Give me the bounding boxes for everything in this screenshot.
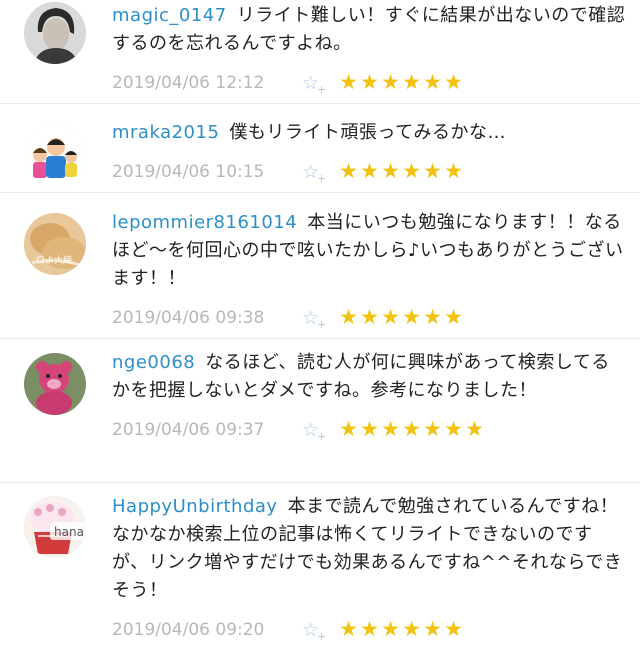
- star-icon: ★: [360, 305, 379, 329]
- timestamp: 2019/04/06 09:20: [112, 620, 265, 640]
- star-icon: ★: [360, 159, 379, 183]
- star-icon: ★: [339, 417, 358, 441]
- star-icon: ★: [339, 159, 358, 183]
- star-icon: ★: [381, 70, 400, 94]
- comment-list: magic_0147 リライト難しい！すぐに結果が出ないので確認するのを忘れるんで…: [0, 0, 640, 643]
- star-icon: ★: [423, 70, 442, 94]
- comment-text: nge0068 なるほど、読む人が何に興味があって検索してるかを把握しないとダメで…: [112, 352, 610, 401]
- avatar[interactable]: ロよ大締: [24, 213, 86, 275]
- star-icon: ★: [381, 159, 400, 183]
- svg-text:hana: hana: [54, 525, 84, 539]
- avatar[interactable]: [24, 353, 86, 415]
- star-icon: ★: [402, 70, 421, 94]
- username-link[interactable]: nge0068: [112, 352, 195, 373]
- timestamp: 2019/04/06 12:12: [112, 73, 265, 93]
- star-icon: ★: [444, 305, 463, 329]
- star-rating: ★ ★ ★ ★ ★ ★: [338, 304, 464, 330]
- avatar[interactable]: hana: [24, 496, 86, 558]
- star-icon: ★: [381, 417, 400, 441]
- username-link[interactable]: HappyUnbirthday: [112, 496, 278, 517]
- comment-meta: 2019/04/06 10:15 ☆+ ★ ★ ★ ★ ★ ★: [112, 159, 628, 185]
- add-star-icon[interactable]: ☆+: [302, 159, 326, 192]
- timestamp: 2019/04/06 09:38: [112, 308, 265, 328]
- star-rating: ★ ★ ★ ★ ★ ★: [338, 69, 464, 95]
- star-icon: ★: [423, 159, 442, 183]
- star-icon: ★: [381, 305, 400, 329]
- add-star-icon[interactable]: ☆+: [302, 305, 326, 338]
- comment-text: mraka2015 僕もリライト頑張ってみるかな…: [112, 122, 507, 143]
- username-link[interactable]: lepommier8161014: [112, 212, 297, 233]
- star-icon: ★: [339, 305, 358, 329]
- username-link[interactable]: mraka2015: [112, 122, 219, 143]
- star-icon: ★: [423, 305, 442, 329]
- star-icon: ★: [381, 617, 400, 641]
- star-icon: ★: [444, 617, 463, 641]
- add-star-icon[interactable]: ☆+: [302, 417, 326, 450]
- comment-meta: 2019/04/06 09:20 ☆+ ★ ★ ★ ★ ★ ★: [112, 617, 628, 643]
- star-icon: ★: [423, 417, 442, 441]
- avatar[interactable]: [24, 125, 86, 187]
- add-star-icon[interactable]: ☆+: [302, 70, 326, 103]
- star-icon: ★: [360, 617, 379, 641]
- star-icon: ★: [444, 417, 463, 441]
- divider: [0, 103, 640, 104]
- svg-text:ロよ大締: ロよ大締: [36, 254, 72, 266]
- timestamp: 2019/04/06 10:15: [112, 162, 265, 182]
- star-icon: ★: [402, 417, 421, 441]
- star-icon: ★: [465, 417, 484, 441]
- star-icon: ★: [402, 159, 421, 183]
- star-icon: ★: [402, 305, 421, 329]
- divider: [0, 482, 640, 483]
- star-icon: ★: [360, 417, 379, 441]
- star-icon: ★: [444, 159, 463, 183]
- comment-meta: 2019/04/06 12:12 ☆+ ★ ★ ★ ★ ★ ★: [112, 70, 628, 96]
- star-rating: ★ ★ ★ ★ ★ ★: [338, 616, 464, 642]
- comment-meta: 2019/04/06 09:37 ☆+ ★ ★ ★ ★ ★ ★ ★: [112, 417, 628, 443]
- comment-text: lepommier8161014 本当にいつも勉強になります！！なるほど～を何回心…: [112, 212, 624, 289]
- username-link[interactable]: magic_0147: [112, 5, 227, 26]
- star-icon: ★: [339, 617, 358, 641]
- star-icon: ★: [360, 70, 379, 94]
- add-star-icon[interactable]: ☆+: [302, 617, 326, 650]
- star-icon: ★: [444, 70, 463, 94]
- avatar[interactable]: [24, 2, 86, 64]
- comment-text: magic_0147 リライト難しい！すぐに結果が出ないので確認するのを忘れるんで…: [112, 5, 626, 54]
- comment-text: HappyUnbirthday 本まで読んで勉強されているんですね！なかなか検索上…: [112, 496, 623, 601]
- star-rating: ★ ★ ★ ★ ★ ★: [338, 158, 464, 184]
- star-icon: ★: [339, 70, 358, 94]
- star-icon: ★: [402, 617, 421, 641]
- timestamp: 2019/04/06 09:37: [112, 420, 265, 440]
- star-rating: ★ ★ ★ ★ ★ ★ ★: [338, 416, 485, 442]
- divider: [0, 338, 640, 339]
- comment-meta: 2019/04/06 09:38 ☆+ ★ ★ ★ ★ ★ ★: [112, 305, 628, 331]
- star-icon: ★: [423, 617, 442, 641]
- divider: [0, 192, 640, 193]
